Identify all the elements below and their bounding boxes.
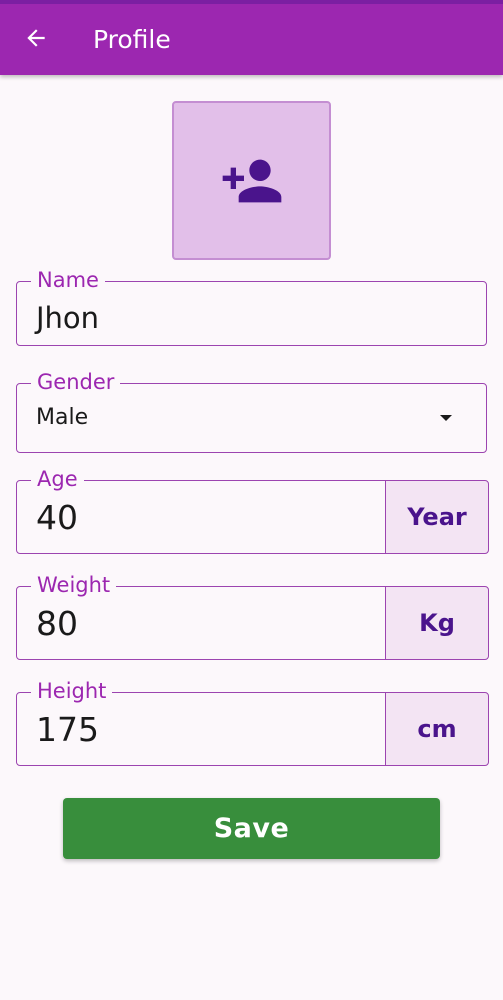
gender-label: Gender	[31, 369, 121, 395]
status-bar-edge	[0, 0, 503, 4]
dropdown-arrow-icon	[440, 415, 452, 421]
age-input[interactable]: Age 40	[17, 466, 386, 553]
avatar-picker-button[interactable]	[172, 101, 331, 260]
age-field: Age 40 Year	[16, 466, 489, 554]
weight-unit: Kg	[385, 585, 489, 660]
gender-value: Male	[36, 405, 89, 430]
age-label: Age	[31, 466, 84, 492]
page-title: Profile	[93, 25, 171, 54]
height-value: 175	[36, 710, 99, 749]
age-unit: Year	[385, 479, 489, 554]
age-value: 40	[36, 498, 78, 537]
app-bar: Profile	[0, 0, 503, 75]
name-value: Jhon	[36, 301, 100, 335]
height-field: Height 175 cm	[16, 678, 489, 766]
height-label: Height	[31, 678, 113, 704]
back-button[interactable]	[20, 22, 52, 54]
arrow-back-icon	[27, 29, 45, 47]
add-person-icon	[222, 159, 281, 202]
height-unit: cm	[385, 691, 489, 766]
save-button[interactable]: Save	[63, 798, 440, 859]
name-field[interactable]: Name Jhon	[16, 267, 487, 346]
weight-label: Weight	[31, 572, 117, 598]
weight-input[interactable]: Weight 80	[17, 572, 386, 659]
height-input[interactable]: Height 175	[17, 678, 386, 765]
weight-value: 80	[36, 604, 78, 643]
gender-dropdown[interactable]: Gender Male	[16, 369, 487, 453]
weight-field: Weight 80 Kg	[16, 572, 489, 660]
name-label: Name	[31, 267, 105, 293]
